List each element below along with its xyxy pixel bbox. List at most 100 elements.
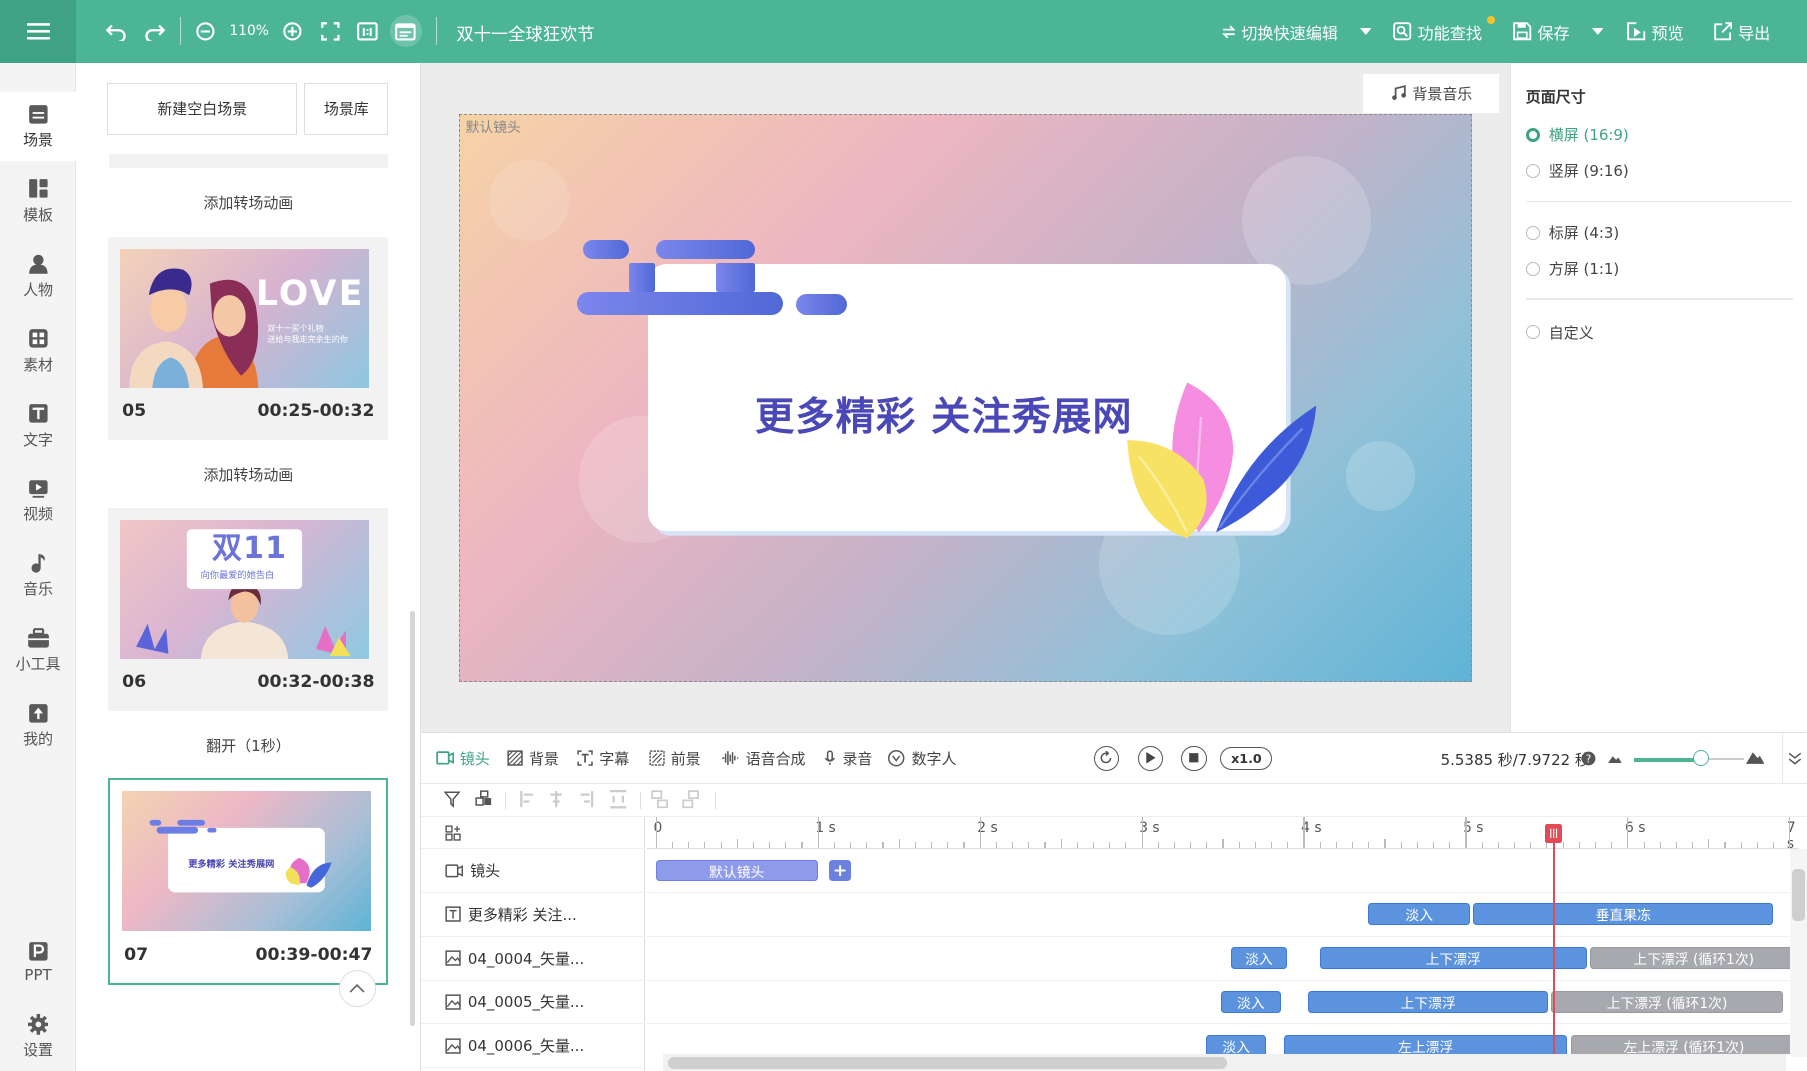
radio-custom[interactable]: 自定义: [1525, 322, 1594, 343]
nav-settings[interactable]: 设置: [0, 1003, 76, 1071]
align-center-icon[interactable]: [547, 790, 565, 808]
zoom-slider-knob[interactable]: [1693, 750, 1710, 767]
ruler-tick: [1303, 816, 1305, 849]
project-title[interactable]: 双十一全球狂欢节: [456, 20, 594, 45]
tab-camera[interactable]: 镜头: [435, 733, 490, 784]
tab-background[interactable]: 背景: [507, 733, 559, 784]
nav-mine[interactable]: 我的: [0, 691, 76, 760]
scene-card-05[interactable]: LOVE 双十一买个礼物 送给与我走完余生的你 05 00:25-00:32: [108, 237, 389, 441]
timeline-clip[interactable]: 淡入: [1206, 1034, 1267, 1055]
save-dropdown-button[interactable]: [1591, 0, 1604, 63]
zoom-out-button[interactable]: [192, 18, 217, 43]
radio-landscape[interactable]: 横屏 (16:9): [1525, 124, 1629, 145]
track-label-text[interactable]: 更多精彩 关注...: [420, 893, 646, 937]
layer-up-icon[interactable]: [651, 790, 669, 809]
timeline-vscrollbar-thumb[interactable]: [1792, 868, 1805, 921]
add-track-icon[interactable]: [445, 824, 461, 841]
add-camera-clip-button[interactable]: +: [829, 859, 852, 882]
timeline-clip[interactable]: 左上漂浮 (循环1次): [1570, 1034, 1795, 1055]
tab-foreground[interactable]: 前景: [649, 733, 701, 784]
zoom-out-mountain-icon[interactable]: [1607, 754, 1622, 763]
tab-subtitle[interactable]: 字幕: [577, 733, 629, 784]
nav-ppt[interactable]: PPT: [0, 928, 76, 997]
filter-icon[interactable]: [443, 790, 462, 809]
ruler-tick: [1384, 839, 1386, 849]
nav-material[interactable]: 素材: [0, 317, 76, 386]
hamburger-menu-button[interactable]: [0, 0, 77, 64]
timeline-clip[interactable]: 上下漂浮: [1319, 947, 1587, 970]
timeline-tabs: 镜头 背景 字幕 前景 语音合成 录音 数字人 x1.0 5.5385 秒/7.…: [420, 732, 1807, 784]
ruler-tick: [1287, 842, 1289, 849]
playback-speed[interactable]: x1.0: [1220, 746, 1273, 770]
time-ruler[interactable]: 01 s2 s3 s4 s5 s6 s7 s: [646, 816, 1800, 850]
timeline-hscrollbar-thumb[interactable]: [668, 1056, 1228, 1070]
nav-person[interactable]: 人物: [0, 242, 76, 311]
menu-icon: [26, 23, 50, 40]
collapse-button[interactable]: [338, 970, 376, 1008]
subtitle-editor-button[interactable]: [389, 14, 422, 48]
scene-icon: [28, 104, 48, 124]
zoom-in-mountain-icon[interactable]: [1746, 750, 1765, 764]
replay-icon: [1101, 751, 1112, 764]
scene-library-button[interactable]: 场景库: [304, 82, 389, 135]
tab-record[interactable]: 录音: [823, 733, 872, 784]
fullscreen-button[interactable]: [318, 18, 343, 43]
feature-search-button[interactable]: 功能查找: [1393, 0, 1482, 63]
play-button[interactable]: [1137, 745, 1163, 771]
align-right-icon[interactable]: [576, 790, 594, 808]
nav-tools[interactable]: 小工具: [0, 617, 76, 686]
track-label-image-0005[interactable]: 04_0005_矢量...: [420, 981, 646, 1025]
undo-button[interactable]: [104, 18, 129, 43]
scene-panel-scrollbar[interactable]: [410, 610, 415, 1026]
timeline-clip[interactable]: 上下漂浮: [1308, 990, 1548, 1013]
layer-down-icon[interactable]: [682, 790, 700, 809]
tab-digital-human[interactable]: 数字人: [887, 733, 957, 784]
help-icon[interactable]: ?: [1581, 751, 1596, 766]
group-icon[interactable]: [475, 790, 493, 808]
timeline-clip[interactable]: 上下漂浮 (循环1次): [1590, 947, 1795, 970]
scene-card-07[interactable]: 更多精彩 关注秀展网 07 00:39-00:47: [108, 777, 389, 986]
add-transition-button[interactable]: 添加转场动画: [76, 464, 421, 485]
stop-button[interactable]: [1181, 745, 1207, 771]
rewind-button[interactable]: [1093, 745, 1120, 771]
preview-button[interactable]: 预览: [1627, 0, 1684, 63]
radio-square[interactable]: 方屏 (1:1): [1525, 258, 1619, 279]
track-label-image-0004[interactable]: 04_0004_矢量...: [420, 937, 646, 981]
zoom-in-button[interactable]: [280, 18, 305, 43]
nav-scene[interactable]: 场景: [0, 92, 77, 162]
thumb-subtitle: 更多精彩 关注秀展网: [188, 858, 275, 870]
background-music-button[interactable]: 背景音乐: [1363, 73, 1500, 113]
nav-text[interactable]: 文字: [0, 392, 76, 461]
transition-flip[interactable]: 翻开（1秒）: [76, 735, 421, 756]
timeline-clip[interactable]: 淡入: [1368, 903, 1471, 926]
export-button[interactable]: 导出: [1713, 0, 1770, 63]
timeline-clip[interactable]: 上下漂浮 (循环1次): [1551, 990, 1783, 1013]
nav-video[interactable]: 视频: [0, 467, 76, 536]
switch-dropdown-button[interactable]: [1359, 0, 1372, 63]
track-label-image-0006[interactable]: 04_0006_矢量...: [420, 1024, 646, 1069]
background-icon: [507, 750, 523, 766]
save-button[interactable]: 保存: [1513, 0, 1570, 63]
distribute-icon[interactable]: [609, 790, 627, 809]
radio-standard[interactable]: 标屏 (4:3): [1525, 222, 1619, 243]
actual-size-button[interactable]: [355, 18, 380, 43]
timeline-clip[interactable]: 淡入: [1230, 947, 1288, 970]
scene-card-bottom-edge: [109, 154, 389, 169]
timeline-clip[interactable]: 默认镜头: [655, 859, 818, 882]
nav-template[interactable]: 模板: [0, 167, 76, 236]
new-blank-scene-button[interactable]: 新建空白场景: [107, 82, 298, 135]
nav-music[interactable]: 音乐: [0, 542, 76, 611]
scene-card-06[interactable]: 双11 向你最爱的她告白 06 00:32-00:38: [108, 508, 389, 712]
align-left-icon[interactable]: [519, 790, 537, 808]
switch-quick-edit-button[interactable]: 切换快速编辑: [1221, 0, 1338, 63]
playhead-handle[interactable]: [1545, 823, 1563, 844]
radio-portrait[interactable]: 竖屏 (9:16): [1525, 160, 1629, 181]
redo-button[interactable]: [142, 18, 167, 43]
timeline-clip[interactable]: 左上漂浮: [1284, 1034, 1568, 1055]
timeline-clip[interactable]: 垂直果冻: [1473, 903, 1774, 926]
tab-tts[interactable]: 语音合成: [721, 733, 806, 784]
timeline-clip[interactable]: 淡入: [1220, 990, 1281, 1013]
add-transition-button[interactable]: 添加转场动画: [76, 192, 421, 213]
track-label-camera[interactable]: 镜头: [420, 849, 646, 893]
collapse-timeline-button[interactable]: [1781, 732, 1807, 784]
